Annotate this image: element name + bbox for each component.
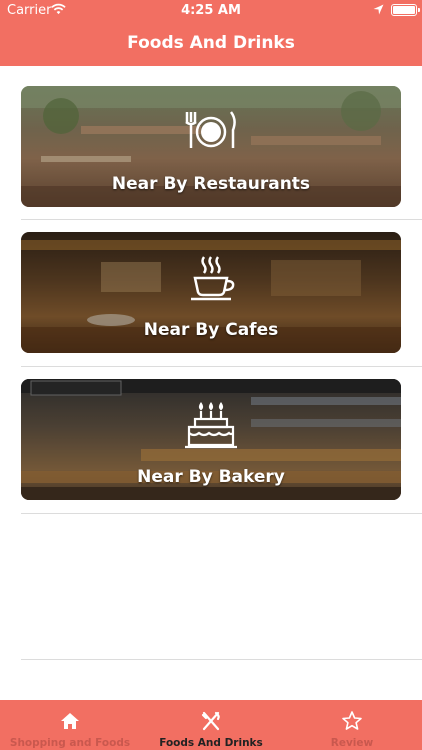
tab-review[interactable]: Review bbox=[282, 700, 422, 750]
cutlery-plate-icon bbox=[185, 111, 236, 148]
category-label: Near By Restaurants bbox=[111, 174, 311, 194]
tab-label: Foods And Drinks bbox=[159, 737, 263, 749]
tab-shopping-and-foods[interactable]: Shopping and Foods bbox=[0, 700, 140, 750]
status-bar: Carrier 4:25 AM bbox=[0, 0, 422, 22]
star-icon bbox=[342, 711, 362, 730]
tab-label: Review bbox=[330, 737, 374, 749]
birthday-cake-icon bbox=[185, 402, 237, 449]
clock: 4:25 AM bbox=[181, 3, 241, 18]
tab-label: Shopping and Foods bbox=[9, 737, 131, 749]
location-arrow-icon bbox=[373, 4, 384, 15]
home-icon bbox=[61, 713, 79, 729]
category-card-restaurants[interactable]: Near By Restaurants bbox=[21, 86, 401, 207]
row-separator bbox=[21, 219, 422, 220]
row-separator bbox=[21, 513, 422, 514]
tab-foods-and-drinks[interactable]: Foods And Drinks bbox=[141, 700, 281, 750]
row-separator bbox=[21, 366, 422, 367]
cutlery-icon bbox=[201, 711, 220, 731]
category-label: Near By Bakery bbox=[137, 467, 285, 487]
category-card-bakery[interactable]: Near By Bakery bbox=[21, 379, 401, 500]
category-card-cafes[interactable]: Near By Cafes bbox=[21, 232, 401, 353]
category-label: Near By Cafes bbox=[143, 320, 279, 340]
page-title: Foods And Drinks bbox=[127, 33, 295, 53]
navigation-bar: Carrier 4:25 AM Foods And Drinks bbox=[0, 0, 422, 66]
row-separator bbox=[21, 659, 422, 660]
battery-icon bbox=[391, 4, 420, 16]
coffee-cup-icon bbox=[191, 256, 235, 301]
tab-bar: Shopping and Foods Foods And Drinks Revi… bbox=[0, 700, 422, 750]
